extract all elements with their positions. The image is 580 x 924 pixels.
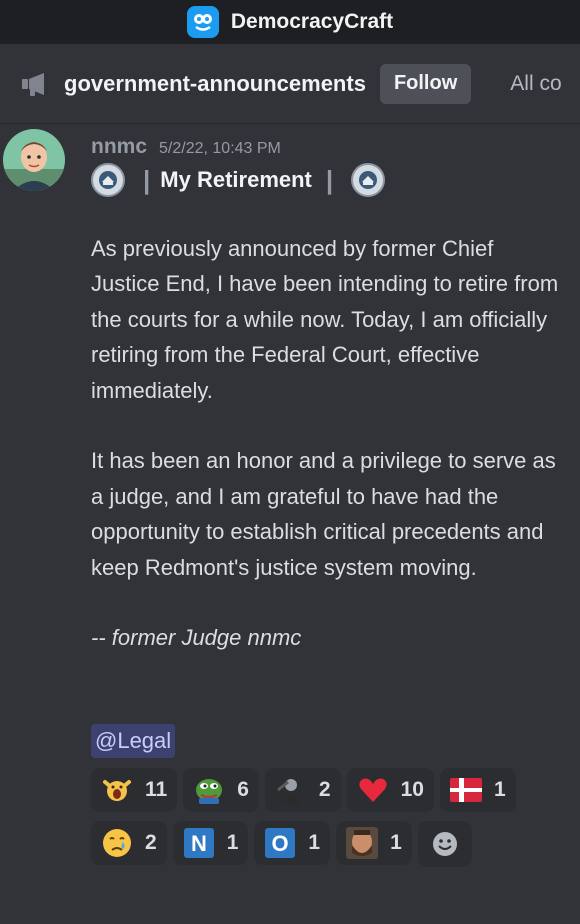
reaction[interactable]: 1 (439, 768, 516, 812)
channel-header: government-announcements Follow All co (0, 44, 580, 124)
svg-text:O: O (272, 831, 289, 856)
title-divider: | (143, 164, 151, 195)
reaction-count: 1 (308, 831, 321, 854)
timestamp: 5/2/22, 10:43 PM (159, 140, 281, 157)
reaction-count: 1 (390, 831, 402, 854)
judge-figure-emoji-icon (275, 774, 307, 806)
message-header: nnmc 5/2/22, 10:43 PM (91, 135, 281, 159)
government-seal-emoji-icon (91, 163, 125, 197)
reaction[interactable]: 2 (91, 821, 167, 865)
all-channels-tab[interactable]: All co (510, 72, 561, 96)
message-body: As previously announced by former Chief … (91, 231, 561, 656)
reaction[interactable]: 2 (264, 768, 341, 812)
reaction[interactable]: O 1 (254, 821, 331, 865)
dancing-person-emoji-icon (101, 774, 133, 806)
reaction-count: 6 (237, 778, 249, 801)
pepe-frog-emoji-icon (193, 774, 225, 806)
avatar[interactable] (3, 129, 65, 191)
title-divider: | (325, 164, 334, 195)
window-titlebar: DemocracyCraft (0, 0, 580, 44)
message-signoff: -- former Judge nnmc (91, 625, 302, 651)
government-seal-emoji-icon (351, 163, 386, 197)
author-name[interactable]: nnmc (91, 135, 147, 159)
megaphone-icon (20, 71, 50, 97)
reaction[interactable]: 11 (91, 768, 178, 812)
channel-name[interactable]: government-announcements (64, 71, 366, 97)
reaction[interactable]: 6 (183, 768, 259, 812)
reaction-count: 1 (226, 831, 239, 854)
reaction-count: 10 (400, 778, 424, 801)
reaction[interactable]: 1 (336, 821, 412, 865)
message-paragraph: As previously announced by former Chief … (91, 236, 559, 403)
svg-text:N: N (191, 831, 207, 856)
message-title: My Retirement (160, 167, 312, 192)
message-title-line: | My Retirement | (91, 163, 386, 197)
role-mention[interactable]: @Legal (91, 724, 176, 758)
reactions-bar: 11 6 2 10 1 2 N 1 O 1 1 (91, 768, 561, 867)
app-title: DemocracyCraft (230, 10, 394, 33)
crying-face-emoji-icon (101, 827, 133, 859)
message-paragraph: It has been an honor and a privilege to … (91, 448, 556, 580)
reaction-count: 11 (145, 778, 168, 801)
add-reaction-button[interactable] (417, 821, 472, 867)
reaction-count: 2 (145, 831, 157, 854)
reaction[interactable]: N 1 (172, 821, 249, 865)
follow-button[interactable]: Follow (379, 63, 472, 104)
letter-o-emoji-icon: O (264, 827, 296, 859)
flag-denmark-emoji-icon (449, 774, 482, 806)
reaction-count: 1 (493, 778, 506, 801)
reaction[interactable]: 10 (346, 768, 434, 812)
add-reaction-smiley-icon (429, 828, 461, 860)
letter-n-emoji-icon: N (183, 827, 215, 859)
bearded-face-emoji-icon (346, 827, 379, 859)
reaction-count: 2 (318, 778, 331, 801)
red-heart-emoji-icon (357, 774, 389, 806)
app-logo-icon (186, 6, 219, 38)
